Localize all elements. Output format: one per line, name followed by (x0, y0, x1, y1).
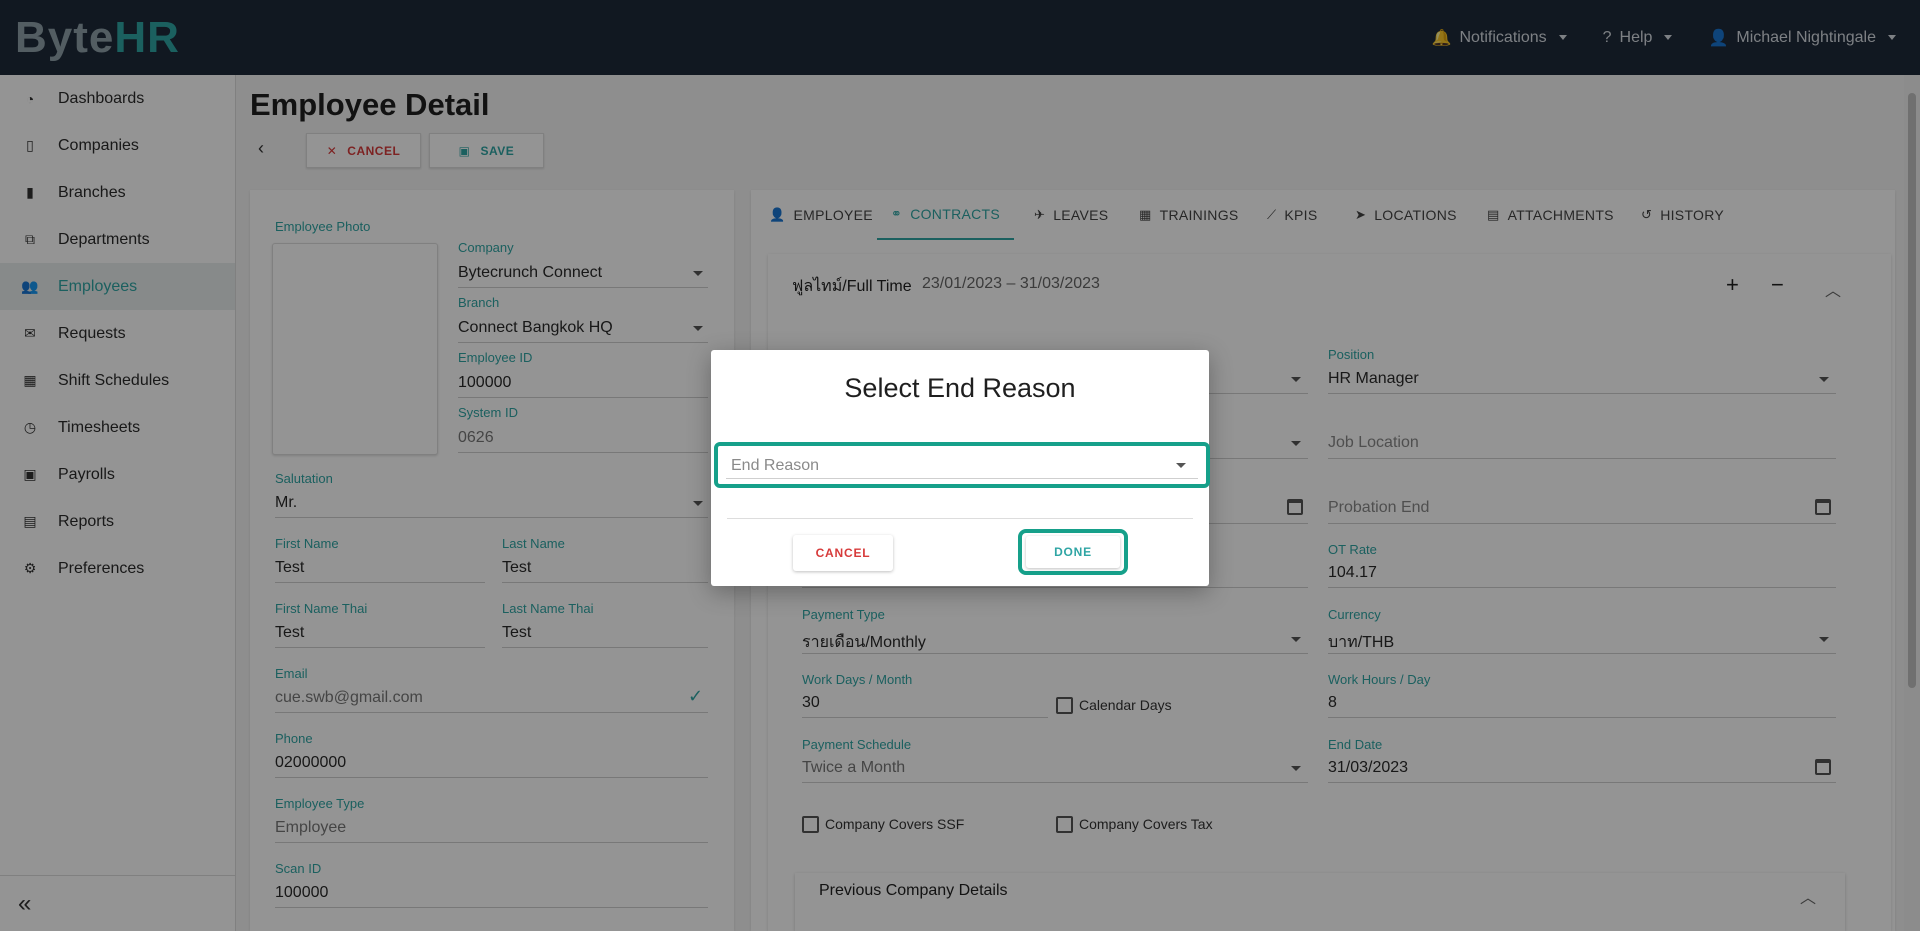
dialog-title: Select End Reason (844, 373, 1076, 403)
dialog-divider (727, 518, 1193, 519)
chevron-down-icon (1176, 463, 1186, 468)
end-reason-placeholder: End Reason (731, 457, 820, 474)
end-reason-select[interactable]: End Reason (714, 442, 1210, 488)
dialog-done-button[interactable]: DONE (1026, 536, 1120, 568)
done-button-highlight: DONE (1018, 529, 1128, 575)
select-end-reason-dialog: Select End Reason End Reason CANCEL DONE (711, 350, 1210, 586)
dialog-cancel-button[interactable]: CANCEL (793, 535, 893, 571)
